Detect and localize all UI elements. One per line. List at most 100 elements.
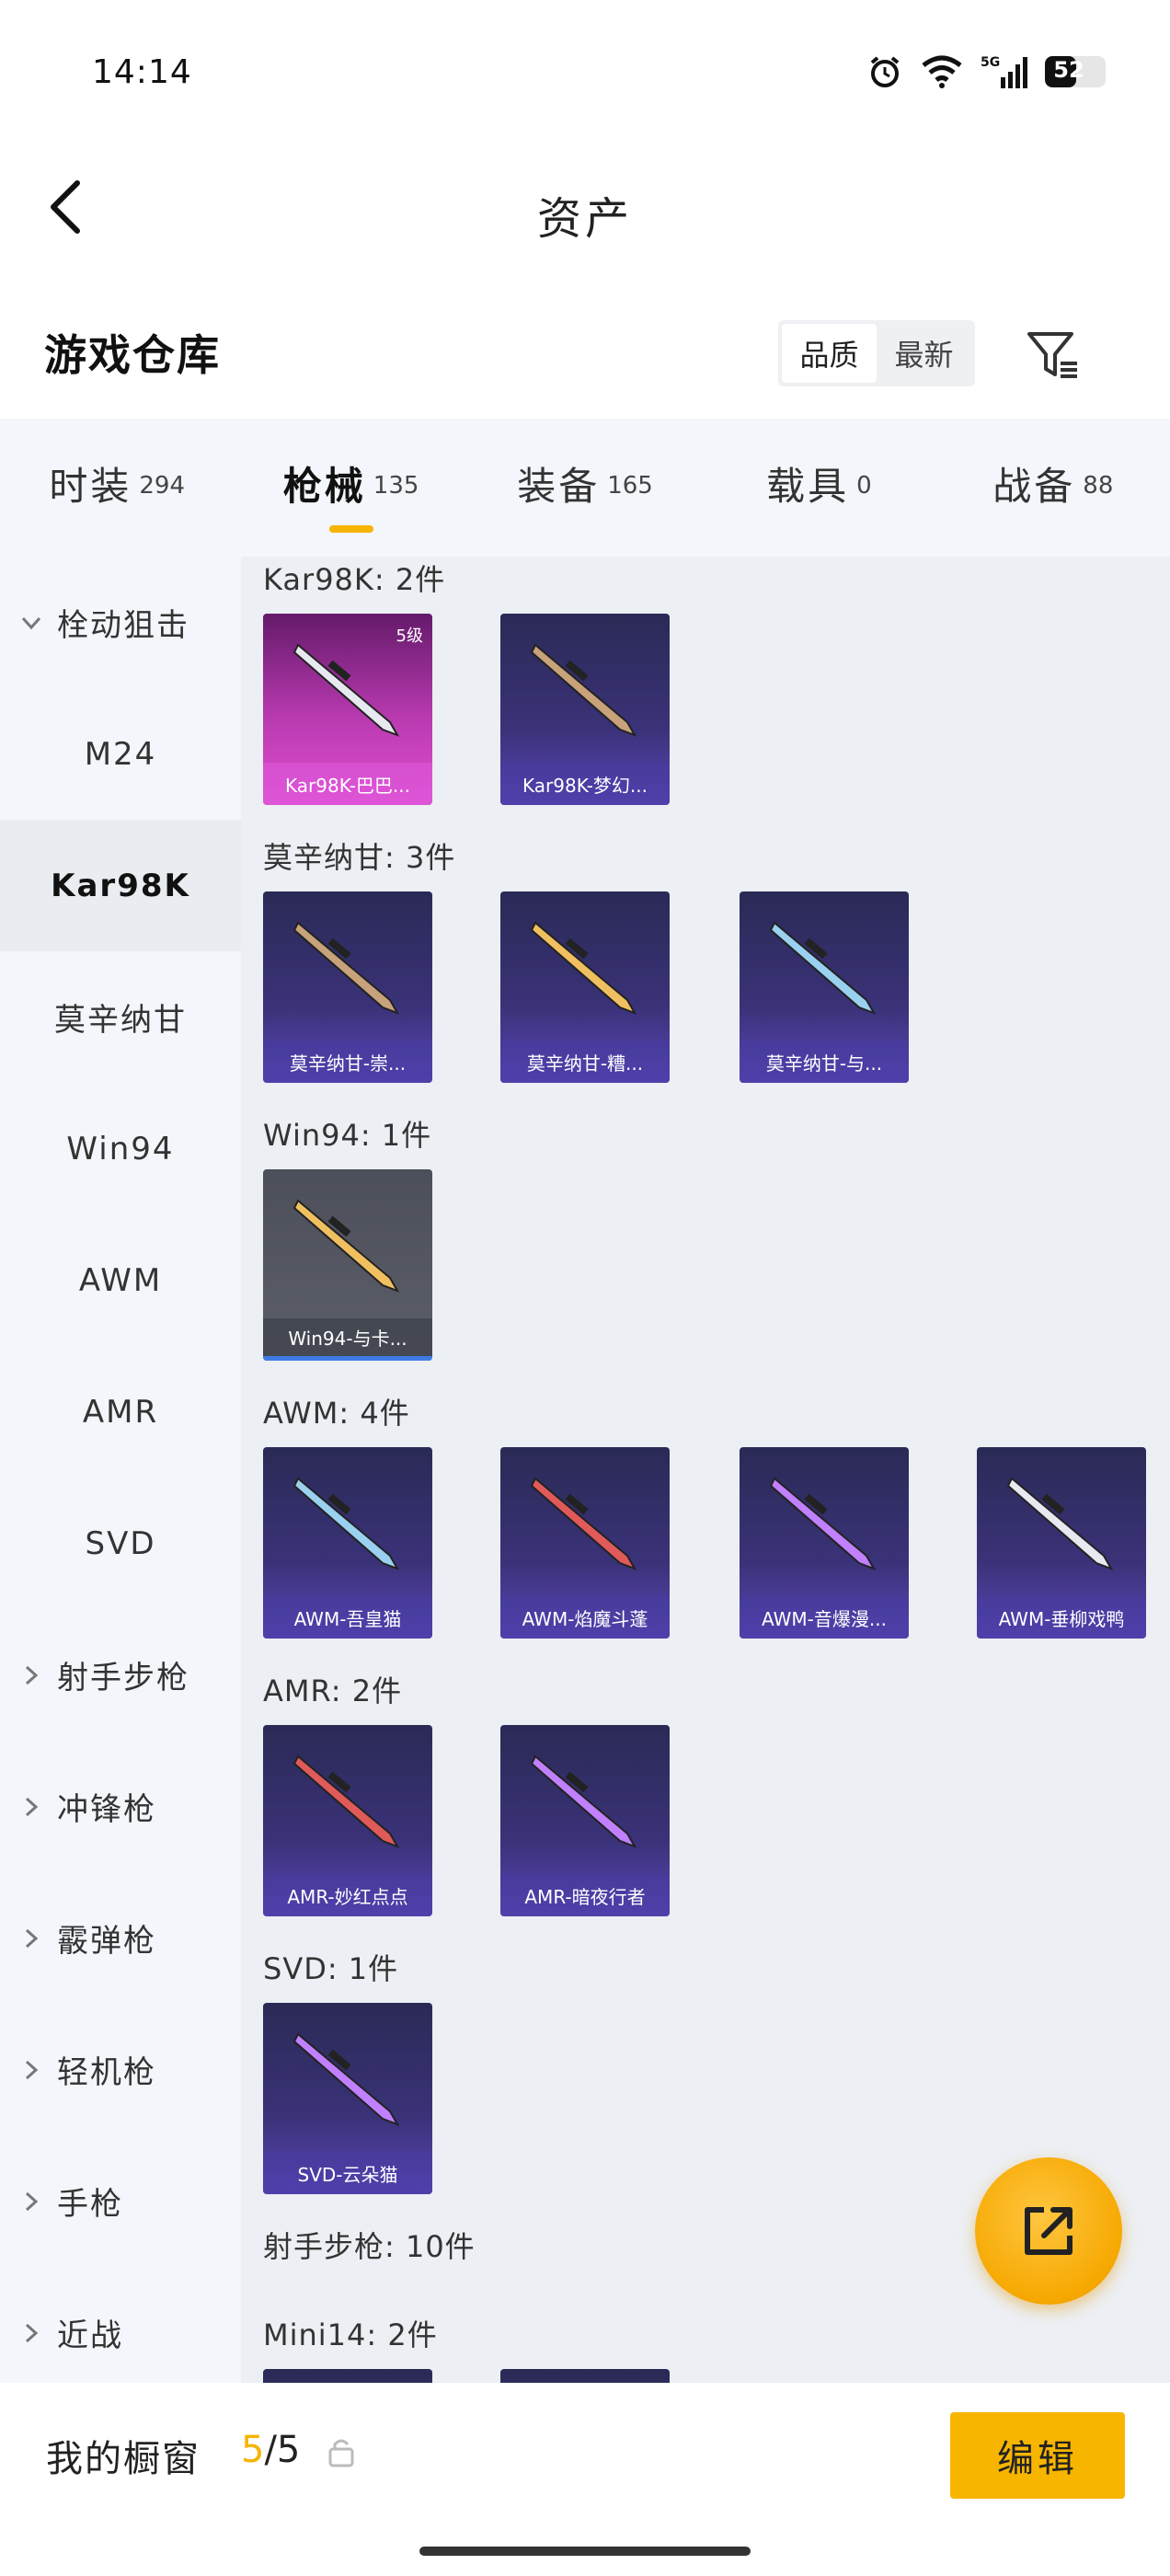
- card-name: 莫辛纳甘-崇...: [289, 1052, 407, 1075]
- chevron-right-icon: [20, 2059, 42, 2081]
- sidebar-item-label: Kar98K: [51, 867, 190, 904]
- tab-count: 88: [1083, 472, 1114, 500]
- showcase-total: /5: [264, 2429, 301, 2471]
- sort-toggle: 品质 最新: [778, 320, 975, 386]
- weapon-image: [530, 1754, 637, 1848]
- lock-icon[interactable]: [327, 2436, 355, 2471]
- weapon-card[interactable]: AWM-音爆漫...: [740, 1447, 909, 1639]
- sidebar-item[interactable]: SVD: [0, 1478, 241, 1609]
- card-caption: AMR-妙红点点: [263, 1874, 432, 1916]
- showcase-bar: 我的橱窗 5/5 编辑: [0, 2383, 1170, 2576]
- share-icon: [1025, 2207, 1072, 2255]
- sidebar-item-label: 栓动狙击: [57, 607, 189, 644]
- weapon-image: [292, 921, 400, 1015]
- card-caption: AWM-音爆漫...: [740, 1596, 909, 1639]
- card-caption: 莫辛纳甘-崇...: [263, 1041, 432, 1083]
- weapon-image: [292, 643, 400, 737]
- signal-icon: 5G: [981, 53, 1028, 90]
- card-caption: 莫辛纳甘-与...: [740, 1041, 909, 1083]
- sidebar-item[interactable]: M24: [0, 688, 241, 820]
- weapon-card[interactable]: 莫辛纳甘-与...: [740, 891, 909, 1083]
- status-bar: 14:14 5G 52: [0, 0, 1170, 147]
- tab-label: 装备: [517, 463, 601, 509]
- page-title: 资产: [536, 193, 633, 245]
- group-title: SVD: 1件: [263, 1951, 399, 1986]
- card-caption: 莫辛纳甘-糟...: [500, 1041, 670, 1083]
- card-caption: Kar98K-梦幻...: [500, 763, 670, 805]
- tab-label: 载具: [766, 463, 850, 509]
- card-caption: AMR-暗夜行者: [500, 1874, 670, 1916]
- weapon-card[interactable]: 莫辛纳甘-糟...: [500, 891, 670, 1083]
- sidebar-item[interactable]: 栓动狙击: [0, 557, 241, 688]
- sidebar-item[interactable]: 冲锋枪: [0, 1741, 241, 1872]
- weapon-card[interactable]: 莫辛纳甘-崇...: [263, 891, 432, 1083]
- weapon-card[interactable]: Win94-与卡...: [263, 1169, 432, 1361]
- tab-count: 135: [373, 472, 419, 500]
- group-title: Kar98K: 2件: [263, 562, 446, 597]
- sidebar-item-label: Win94: [66, 1130, 175, 1167]
- app-header: 资产: [0, 147, 1170, 267]
- sort-quality-button[interactable]: 品质: [782, 324, 877, 383]
- filter-button[interactable]: [1021, 322, 1085, 386]
- card-caption: Win94-与卡...: [263, 1318, 432, 1361]
- sidebar-item[interactable]: Win94: [0, 1083, 241, 1214]
- weapon-card[interactable]: AWM-焰魔斗蓬: [500, 1447, 670, 1639]
- sidebar-item-label: 冲锋枪: [57, 1791, 156, 1828]
- weapon-card[interactable]: AWM-垂柳戏鸭: [977, 1447, 1146, 1639]
- weapon-card[interactable]: Kar98K-梦幻...: [500, 614, 670, 805]
- card-level-badge: 5级: [396, 627, 423, 646]
- sort-newest-button[interactable]: 最新: [877, 324, 971, 383]
- weapon-card[interactable]: 5级 Kar98K-巴巴...: [263, 614, 432, 805]
- sidebar-item[interactable]: 近战: [0, 2267, 241, 2383]
- tab-count: 165: [607, 472, 653, 500]
- card-caption: AWM-焰魔斗蓬: [500, 1596, 670, 1639]
- sidebar-item[interactable]: 轻机枪: [0, 2004, 241, 2135]
- alarm-icon: [866, 53, 903, 90]
- sidebar-item-label: 轻机枪: [57, 2054, 156, 2091]
- tab-count: 294: [139, 472, 186, 500]
- tab-supplies[interactable]: 战备 88: [936, 419, 1170, 557]
- share-fab[interactable]: [975, 2157, 1122, 2305]
- group-title: 射手步枪: 10件: [263, 2229, 476, 2264]
- edit-button[interactable]: 编辑: [950, 2412, 1125, 2499]
- card-name: Win94-与卡...: [288, 1328, 407, 1350]
- chevron-right-icon: [20, 2322, 42, 2344]
- weapon-image: [292, 1754, 400, 1848]
- group-title: AMR: 2件: [263, 1673, 403, 1708]
- sidebar-item[interactable]: 莫辛纳甘: [0, 951, 241, 1083]
- showcase-current: 5: [241, 2429, 265, 2471]
- weapon-image: [1006, 1477, 1114, 1570]
- weapon-card[interactable]: SVD-云朵猫: [263, 2003, 432, 2194]
- weapon-card[interactable]: [500, 2369, 670, 2383]
- tab-equipment[interactable]: 装备 165: [468, 419, 702, 557]
- sidebar-item[interactable]: AMR: [0, 1346, 241, 1478]
- chevron-right-icon: [20, 1664, 42, 1686]
- active-tab-indicator: [328, 525, 373, 533]
- sidebar-item[interactable]: Kar98K: [0, 820, 241, 951]
- sidebar-item[interactable]: AWM: [0, 1214, 241, 1346]
- sidebar-item-label: 手枪: [57, 2186, 123, 2223]
- card-name: AWM-音爆漫...: [762, 1607, 887, 1630]
- home-indicator[interactable]: [419, 2547, 751, 2556]
- weapon-card[interactable]: AMR-暗夜行者: [500, 1725, 670, 1916]
- weapon-image: [292, 2032, 400, 2126]
- card-name: AMR-妙红点点: [287, 1885, 408, 1908]
- sidebar-item[interactable]: 霰弹枪: [0, 1872, 241, 2004]
- weapon-category-sidebar: 栓动狙击 M24 Kar98K 莫辛纳甘 Win94 AWM AMR SVD 射手步枪冲锋枪霰弹…: [0, 557, 241, 2383]
- card-name: AMR-暗夜行者: [524, 1885, 646, 1908]
- sidebar-item-label: 射手步枪: [57, 1660, 189, 1696]
- tab-weapons[interactable]: 枪械 135: [234, 419, 467, 557]
- chevron-right-icon: [20, 1927, 42, 1949]
- weapon-card[interactable]: [263, 2369, 432, 2383]
- tab-fashion[interactable]: 时装 294: [0, 419, 234, 557]
- card-name: AWM-焰魔斗蓬: [522, 1607, 648, 1630]
- chevron-down-icon: [20, 612, 42, 634]
- weapon-card[interactable]: AWM-吾皇猫: [263, 1447, 432, 1639]
- sidebar-item[interactable]: 手枪: [0, 2135, 241, 2267]
- group-title: Mini14: 2件: [263, 2317, 438, 2352]
- battery-level: 52: [1053, 57, 1084, 83]
- tab-vehicles[interactable]: 载具 0: [702, 419, 935, 557]
- sidebar-item[interactable]: 射手步枪: [0, 1609, 241, 1741]
- sidebar-item-label: 近战: [57, 2317, 123, 2354]
- weapon-card[interactable]: AMR-妙红点点: [263, 1725, 432, 1916]
